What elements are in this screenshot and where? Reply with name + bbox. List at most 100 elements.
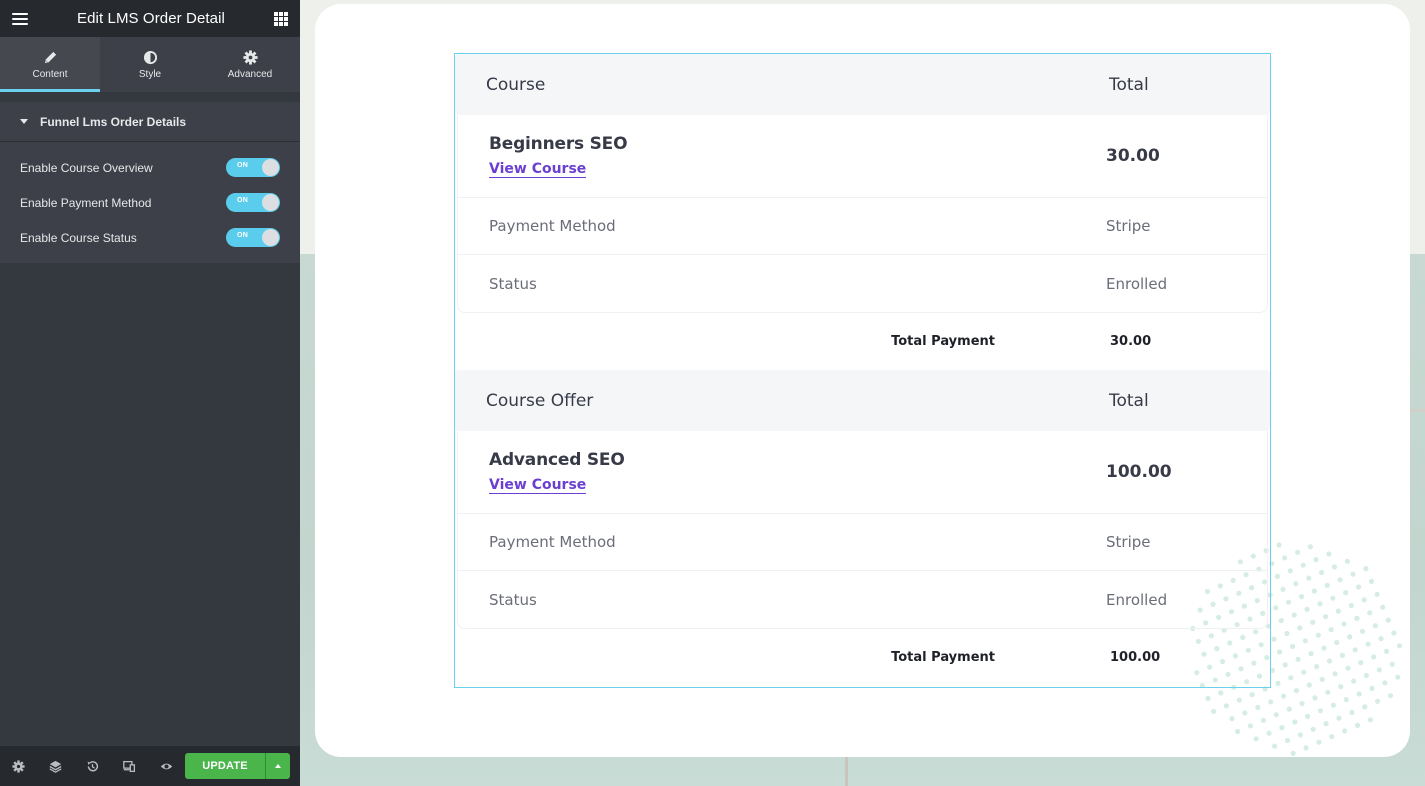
decorative-dot [1350,571,1356,577]
total-payment-label: Total Payment [891,334,995,349]
course-name: Beginners SEO [489,134,628,154]
contrast-icon [143,50,157,64]
decorative-dot [1223,703,1229,709]
decorative-line [845,757,848,786]
responsive-mode-button[interactable] [111,760,148,773]
toggle-knob [262,194,279,211]
lms-order-details-widget[interactable]: Course Total Beginners SEO View Course 3… [454,53,1271,688]
decorative-dot [1273,712,1279,718]
decorative-dot [1275,680,1281,686]
decorative-dot [1348,602,1354,609]
view-course-link[interactable]: View Course [489,161,587,178]
update-button[interactable]: UPDATE [185,753,265,779]
decorative-dot [1332,671,1338,677]
decorative-dot [1284,737,1291,744]
toggle-knob [262,229,279,246]
decorative-dot [1371,654,1377,660]
decorative-dot [1316,739,1322,745]
decorative-dot [1325,689,1331,695]
decorative-dot [1307,544,1313,550]
decorative-dot [1299,700,1305,707]
decorative-dot [1343,590,1349,596]
decorative-dot [1336,715,1342,721]
enable-course-overview-toggle[interactable]: ON [226,158,280,177]
preview-button[interactable] [148,760,185,773]
decorative-dot [1329,734,1335,740]
decorative-dot [1349,709,1355,716]
decorative-dot [1323,721,1329,727]
decorative-dot [1384,648,1390,654]
decorative-dot [1363,672,1369,679]
order-section-body: Beginners SEO View Course 30.00 Payment … [457,115,1268,313]
settings-button[interactable] [0,759,37,773]
status-value: Enrolled [1106,274,1168,293]
decorative-dot [1338,684,1344,690]
decorative-dot [1311,588,1317,594]
order-table-header: Course Total [455,54,1270,115]
decorative-dot [1301,669,1307,675]
enable-course-status-toggle[interactable]: ON [226,228,280,247]
decorative-dot [1341,621,1347,627]
decorative-dot [1293,688,1299,694]
navigator-button[interactable] [37,760,74,773]
payment-method-row: Payment Method Stripe [458,514,1267,571]
decorative-dot [1375,698,1381,704]
hamburger-menu-icon[interactable] [12,12,28,25]
decorative-dot [1298,594,1305,600]
payment-method-label: Payment Method [489,217,616,235]
view-course-link[interactable]: View Course [489,477,587,494]
panel-tabs: Content Style Advanced [0,37,300,92]
decorative-dot [1387,693,1394,699]
enable-payment-method-toggle[interactable]: ON [226,193,280,212]
decorative-dot [1396,643,1403,649]
decorative-dot [1382,680,1388,686]
decorative-dot [1279,725,1285,731]
decorative-dot [1282,662,1288,668]
tab-content[interactable]: Content [0,37,100,92]
status-row: Status Enrolled [458,255,1267,312]
decorative-dot [1292,719,1298,725]
decorative-dot [1317,601,1323,607]
decorative-dot [1306,575,1312,581]
section-toggle-funnel-lms-order-details[interactable]: Funnel Lms Order Details [0,102,300,142]
decorative-dot [1280,586,1286,592]
payment-method-label: Payment Method [489,533,616,551]
decorative-dot [1380,604,1386,610]
order-item-row: Beginners SEO View Course 30.00 [458,115,1267,198]
decorative-dot [1277,649,1283,655]
payment-method-row: Payment Method Stripe [458,198,1267,255]
decorative-dot [1286,599,1292,605]
decorative-dot [1345,665,1351,671]
tab-advanced[interactable]: Advanced [200,37,300,92]
decorative-dot [1344,558,1350,564]
section-title: Funnel Lms Order Details [40,114,187,129]
history-button[interactable] [74,760,111,773]
widgets-grid-icon[interactable] [273,11,288,26]
decorative-dot [1368,578,1375,584]
item-price: 30.00 [1106,146,1160,166]
decorative-dot [1317,708,1324,714]
decorative-dot [1295,656,1301,662]
decorative-dot [1389,661,1395,667]
tab-style[interactable]: Style [100,37,200,92]
decorative-line [1410,409,1425,412]
decorative-dot [1326,658,1333,664]
decorative-dot [1297,732,1303,738]
update-options-button[interactable] [265,753,290,779]
toggle-state: ON [237,162,249,169]
decorative-dot [1319,569,1325,576]
order-item-row: Advanced SEO View Course 100.00 [458,431,1267,514]
decorative-dot [1323,614,1329,620]
order-section-body: Advanced SEO View Course 100.00 Payment … [457,431,1268,629]
decorative-dot [1374,591,1380,597]
decorative-dot [1331,564,1338,570]
decorative-dot [1352,647,1358,653]
decorative-dot [1335,608,1341,614]
decorative-dot [1367,717,1373,723]
editor-panel: Edit LMS Order Detail Content Style Adva… [0,0,300,786]
decorative-dot [1260,717,1266,723]
toggle-state: ON [237,197,249,204]
toggle-knob [262,159,279,176]
decorative-dot [1362,704,1368,710]
decorative-dot [1342,728,1348,734]
